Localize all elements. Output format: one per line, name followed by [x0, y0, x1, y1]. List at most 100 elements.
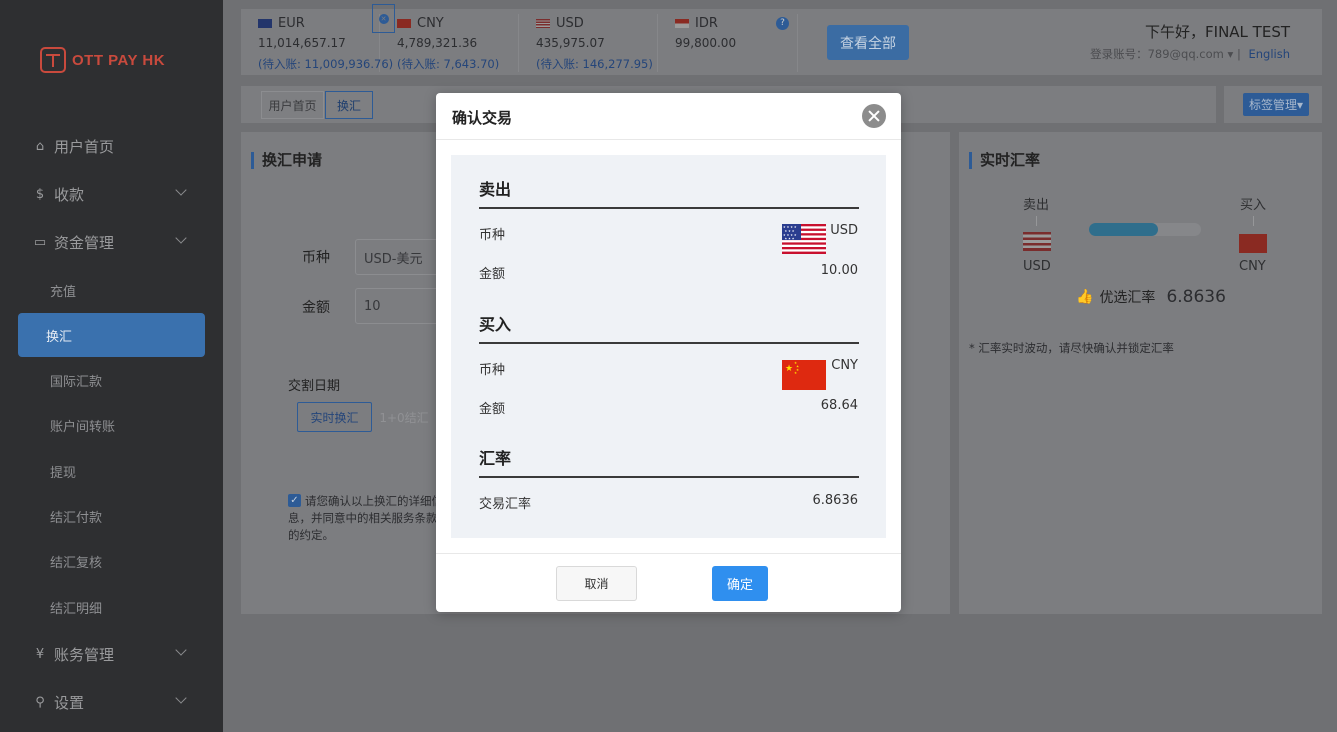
tab-home[interactable]: 用户首页: [261, 91, 324, 119]
sidebar: OTT PAY HK ⌂ 用户首页 $ 收款 ▭ 资金管理 充值 换汇 国际汇款…: [0, 0, 223, 732]
option-realtime[interactable]: 实时换汇: [297, 402, 372, 432]
login-label: 登录账号：789@qq.com: [1090, 47, 1224, 61]
tag-manage-button[interactable]: 标签管理▾: [1243, 93, 1309, 116]
option-t1[interactable]: 1+0结汇: [372, 402, 436, 432]
divider: [479, 342, 859, 344]
panel-title: 实时汇率: [969, 152, 1040, 169]
sidebar-sub-withdraw[interactable]: 提现: [18, 449, 205, 493]
sidebar-item-accounting[interactable]: ¥ 账务管理: [18, 632, 205, 676]
search-icon: ⚲: [35, 694, 45, 710]
sell-currency-code: USD: [830, 223, 858, 238]
buy-currency: CNY: [1239, 259, 1266, 274]
sidebar-sub-settle-pay[interactable]: 结汇付款: [18, 494, 205, 538]
sidebar-item-label: 资金管理: [54, 233, 115, 252]
confirm-dialog: 确认交易 卖出 币种 ★ ★ ★ ★ ★ ★ ★ ★ ★ ★ ★ ★ ★ ★ USD …: [436, 93, 901, 612]
sidebar-item-settings[interactable]: ⚲ 设置: [18, 680, 205, 724]
pending-amount: (待入账: 7,643.70): [397, 57, 500, 71]
sell-currency-label: 币种: [479, 228, 506, 243]
sidebar-item-collections[interactable]: $ 收款: [18, 172, 205, 216]
sidebar-sub-transfer[interactable]: 账户间转账: [18, 403, 205, 447]
sidebar-item-label: 设置: [54, 693, 85, 712]
amount-input[interactable]: 10: [355, 288, 445, 324]
sell-amount-label: 金额: [479, 267, 506, 282]
thumbs-up-icon: 👍: [1076, 289, 1094, 305]
pending-amount: (待入账: 11,009,936.76): [258, 57, 394, 71]
id-flag-icon: [675, 19, 689, 28]
currency-code: USD: [556, 16, 584, 31]
best-rate: 👍 优选汇率 6.8636: [1076, 287, 1226, 307]
rate-note: * 汇率实时波动，请尽快确认并锁定汇率: [969, 341, 1174, 355]
buy-section-title: 买入: [479, 315, 512, 334]
cn-flag-icon: [1239, 234, 1267, 253]
currency-label: 币种: [302, 250, 330, 266]
cancel-button[interactable]: 取消: [556, 566, 637, 601]
currency-code: EUR: [278, 16, 305, 31]
amount-label: 金额: [302, 300, 330, 316]
us-flag-icon: [536, 19, 550, 28]
divider: [479, 476, 859, 478]
dialog-title: 确认交易: [452, 109, 513, 127]
balance-eur[interactable]: EUR 11,014,657.17 (待入账: 11,009,936.76): [241, 14, 394, 72]
dialog-body: 卖出 币种 ★ ★ ★ ★ ★ ★ ★ ★ ★ ★ ★ ★ ★ ★ USD 金额 10…: [451, 155, 886, 538]
confirm-button[interactable]: 确定: [712, 566, 768, 601]
sidebar-item-label: 账务管理: [54, 645, 115, 664]
close-icon: ✕: [378, 13, 389, 24]
agreement-text: 请您确认以上换汇的详细信息，并同意中的相关服务条款的约定。: [288, 494, 443, 542]
sidebar-sub-intl-remit[interactable]: 国际汇款: [18, 358, 205, 402]
sidebar-sub-settle-detail[interactable]: 结汇明细: [18, 585, 205, 629]
rate-value: 6.8636: [812, 493, 859, 508]
sidebar-sub-settle-review[interactable]: 结汇复核: [18, 539, 205, 583]
currency-code: IDR: [695, 16, 718, 31]
chevron-down-icon: [175, 184, 187, 196]
sidebar-item-funds[interactable]: ▭ 资金管理: [18, 220, 205, 264]
balance-bar: EUR 11,014,657.17 (待入账: 11,009,936.76) C…: [241, 9, 1322, 75]
sidebar-item-label: 用户首页: [54, 137, 115, 156]
login-account[interactable]: 登录账号：789@qq.com ▾ | English: [1090, 46, 1290, 62]
help-icon[interactable]: ?: [776, 17, 789, 30]
buy-currency-code: CNY: [831, 358, 858, 373]
balance-amount: 4,789,321.36: [397, 36, 478, 50]
separator: |: [1236, 47, 1241, 61]
brand-name: OTT PAY HK: [72, 51, 166, 69]
language-switch[interactable]: English: [1248, 47, 1290, 61]
sidebar-item-home[interactable]: ⌂ 用户首页: [18, 124, 205, 168]
sidebar-sub-topup[interactable]: 充值: [18, 268, 205, 312]
chevron-down-icon: [175, 644, 187, 656]
dollar-icon: $: [35, 186, 45, 202]
live-rate-panel: 实时汇率 卖出 USD 买入 CNY 👍 优选汇率 6.8636 * 汇率实时波…: [959, 132, 1322, 614]
dialog-footer: 取消 确定: [436, 553, 901, 612]
cn-flag-icon: [397, 19, 411, 28]
divider: [479, 207, 859, 209]
chevron-down-icon: [175, 692, 187, 704]
svg-text:★ ★ ★: ★ ★ ★: [785, 237, 795, 241]
close-icon[interactable]: [862, 104, 886, 128]
balance-usd[interactable]: USD 435,975.07 (待入账: 146,277.95): [519, 14, 658, 72]
divider: [1036, 216, 1037, 226]
sell-currency: USD: [1023, 259, 1051, 274]
us-flag-icon: ★ ★ ★ ★★ ★ ★★ ★ ★ ★★ ★ ★: [782, 224, 826, 254]
logo-icon: [40, 47, 66, 73]
buy-amount-label: 金额: [479, 402, 506, 417]
svg-text:★: ★: [794, 371, 797, 375]
dialog-header: 确认交易: [436, 93, 901, 140]
svg-text:★: ★: [785, 364, 793, 374]
tab-exchange[interactable]: 换汇: [325, 91, 373, 119]
currency-select[interactable]: USD-美元: [355, 239, 445, 275]
yen-icon: ¥: [35, 646, 45, 662]
sidebar-sub-exchange[interactable]: 换汇: [18, 313, 205, 357]
best-rate-label: 优选汇率: [1099, 290, 1156, 306]
tab-close-button[interactable]: ✕: [372, 4, 395, 33]
buy-label: 买入: [1240, 198, 1267, 213]
delivery-date-label: 交割日期: [288, 379, 341, 394]
rate-section-title: 汇率: [479, 449, 512, 468]
buy-currency-label: 币种: [479, 363, 506, 378]
balance-cny[interactable]: CNY 4,789,321.36 (待入账: 7,643.70): [380, 14, 519, 72]
sidebar-item-label: 收款: [54, 185, 85, 204]
divider: [1253, 216, 1254, 226]
rate-label: 交易汇率: [479, 497, 532, 512]
view-all-button[interactable]: 查看全部: [827, 25, 909, 60]
cn-flag-icon: ★ ★★★★: [782, 360, 826, 390]
best-rate-value: 6.8636: [1166, 287, 1226, 307]
brand-logo: OTT PAY HK: [40, 47, 165, 73]
tag-manage-area: 标签管理▾: [1224, 86, 1322, 123]
